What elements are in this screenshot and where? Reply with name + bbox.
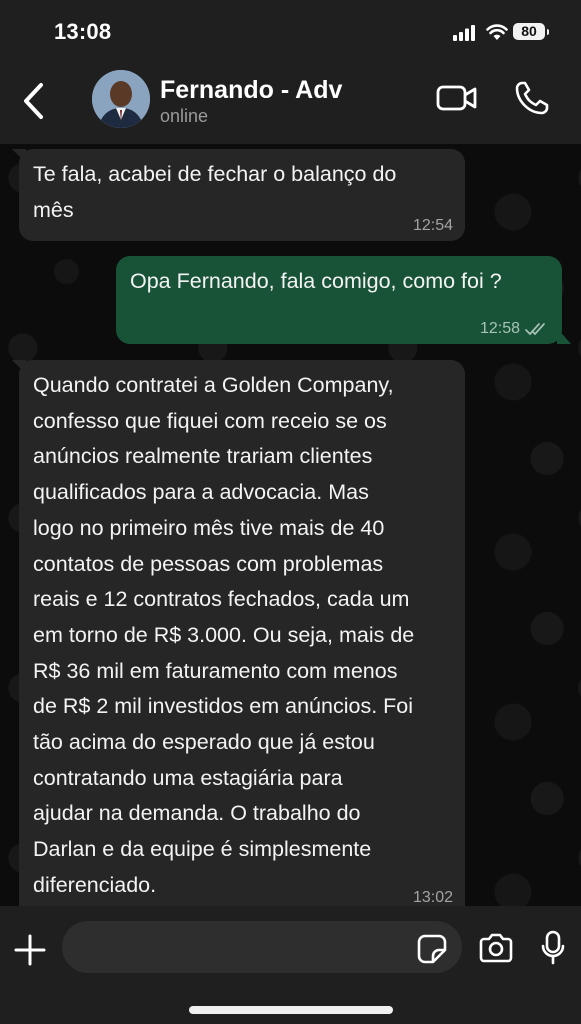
composer-bar xyxy=(0,906,581,1024)
bubble-tail xyxy=(12,149,26,163)
contact-avatar[interactable] xyxy=(92,70,150,128)
home-indicator[interactable] xyxy=(189,1006,393,1014)
message-line: Te fala, acabei de fechar o balanço do xyxy=(33,162,397,186)
message-bubble-incoming[interactable]: Quando contratei a Golden Company, confe… xyxy=(12,360,465,906)
message-text: Te fala, acabei de fechar o balanço do m… xyxy=(33,157,451,228)
microphone-icon[interactable] xyxy=(540,930,566,966)
message-line: ajudar na demanda. O trabalho do xyxy=(33,801,361,826)
message-bubble-incoming[interactable]: Te fala, acabei de fechar o balanço do m… xyxy=(12,149,465,241)
message-line: reais e 12 contratos fechados, cada um xyxy=(33,587,410,612)
message-line: R$ 36 mil em faturamento com menos xyxy=(33,658,398,683)
message-line: Opa Fernando, fala comigo, como foi ? xyxy=(130,269,502,293)
message-line: qualificados para a advocacia. Mas xyxy=(33,480,369,505)
contact-status: online xyxy=(160,106,209,126)
phone-call-icon[interactable] xyxy=(514,80,550,116)
battery-icon: 80 xyxy=(513,23,549,40)
back-chevron-icon[interactable] xyxy=(18,81,52,121)
message-bubble-outgoing[interactable]: Opa Fernando, fala comigo, como foi ? 12… xyxy=(116,256,571,344)
message-line: confesso que fiquei com receio se os xyxy=(33,408,387,433)
message-line: logo no primeiro mês tive mais de 40 xyxy=(33,515,385,540)
sticker-icon[interactable] xyxy=(417,934,447,964)
message-input[interactable] xyxy=(62,921,462,973)
message-text: Quando contratei a Golden Company, confe… xyxy=(33,368,451,904)
avatar-photo xyxy=(92,70,150,128)
message-line: de R$ 2 mil investidos em anúncios. Foi xyxy=(33,694,414,719)
message-timestamp: 12:58 xyxy=(479,320,520,337)
plus-icon[interactable] xyxy=(14,934,46,966)
bubble-tail xyxy=(12,360,26,374)
status-time: 13:08 xyxy=(54,19,112,44)
read-receipt-icon xyxy=(525,323,545,336)
message-line: Quando contratei a Golden Company, xyxy=(33,373,394,397)
message-timestamp: 12:54 xyxy=(412,217,453,234)
chat-header: Fernando - Adv online xyxy=(0,64,581,144)
cellular-signal-icon xyxy=(453,25,475,41)
message-line: em torno de R$ 3.000. Ou seja, mais de xyxy=(33,622,415,647)
message-list[interactable]: Te fala, acabei de fechar o balanço do m… xyxy=(0,144,581,906)
camera-icon[interactable] xyxy=(478,933,514,963)
bubble-tail xyxy=(557,328,571,344)
message-line: anúncios realmente trariam clientes xyxy=(33,444,373,469)
contact-name[interactable]: Fernando - Adv xyxy=(160,76,342,105)
status-bar: 13:08 80 xyxy=(0,0,581,64)
message-line: contratando uma estagiária para xyxy=(33,765,343,790)
video-call-icon[interactable] xyxy=(436,84,478,112)
wifi-icon xyxy=(486,24,508,40)
message-line: diferenciado. xyxy=(33,872,157,897)
message-line: Darlan e da equipe é simplesmente xyxy=(33,837,372,862)
chat-screen: 13:08 80 Fernando - Adv online Te fala, … xyxy=(0,0,581,1024)
message-timestamp: 13:02 xyxy=(412,889,453,906)
message-line: tão acima do esperado que já estou xyxy=(33,730,375,755)
message-line: mês xyxy=(33,197,74,222)
message-line: contatos de pessoas com problemas xyxy=(33,551,384,576)
message-text: Opa Fernando, fala comigo, como foi ? xyxy=(130,264,548,300)
